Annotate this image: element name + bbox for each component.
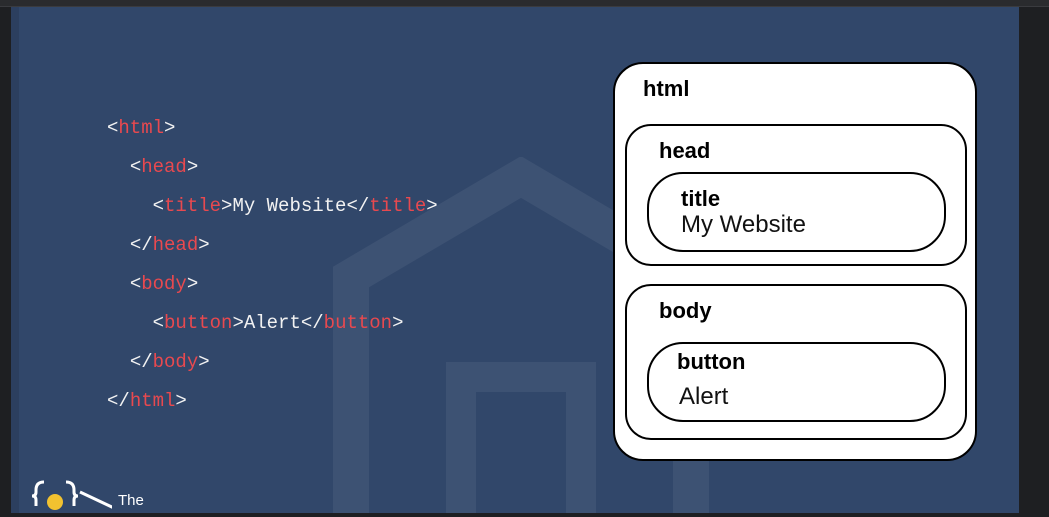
code-line: </body> [129, 351, 210, 373]
dom-tree-button-node: button Alert [647, 342, 946, 422]
code-line: <head> [129, 156, 199, 178]
html-code-listing: <html> <head> <title>My Website</title> … [107, 115, 438, 427]
slide: <html> <head> <title>My Website</title> … [11, 7, 1019, 513]
code-line: <html> [107, 117, 176, 139]
title-node-label: title [681, 186, 721, 211]
dom-tree-title-node: title My Website [647, 172, 946, 252]
dom-tree-head-node: head title My Website [625, 124, 967, 266]
code-line: </head> [129, 234, 210, 256]
html-node-label: html [643, 76, 690, 101]
body-node-label: body [659, 298, 712, 323]
brand-logo-text: The [118, 492, 144, 509]
button-node-label: button [677, 349, 746, 374]
code-line: </html> [107, 390, 187, 412]
code-line: <button>Alert</button> [152, 312, 404, 334]
slide-left-gutter [11, 7, 19, 513]
code-line: <title>My Website</title> [152, 195, 438, 217]
brand-logo: The [22, 472, 172, 512]
code-line: <body> [129, 273, 199, 295]
button-node-text: Alert [679, 383, 729, 410]
curly-braces-logo-icon [31, 480, 115, 510]
title-node-text: My Website [681, 211, 806, 238]
head-node-label: head [659, 138, 711, 163]
dom-tree-html-node: html head title My Website body button A… [613, 62, 977, 461]
window-top-bar [0, 0, 1049, 7]
dom-tree-body-node: body button Alert [625, 284, 967, 440]
